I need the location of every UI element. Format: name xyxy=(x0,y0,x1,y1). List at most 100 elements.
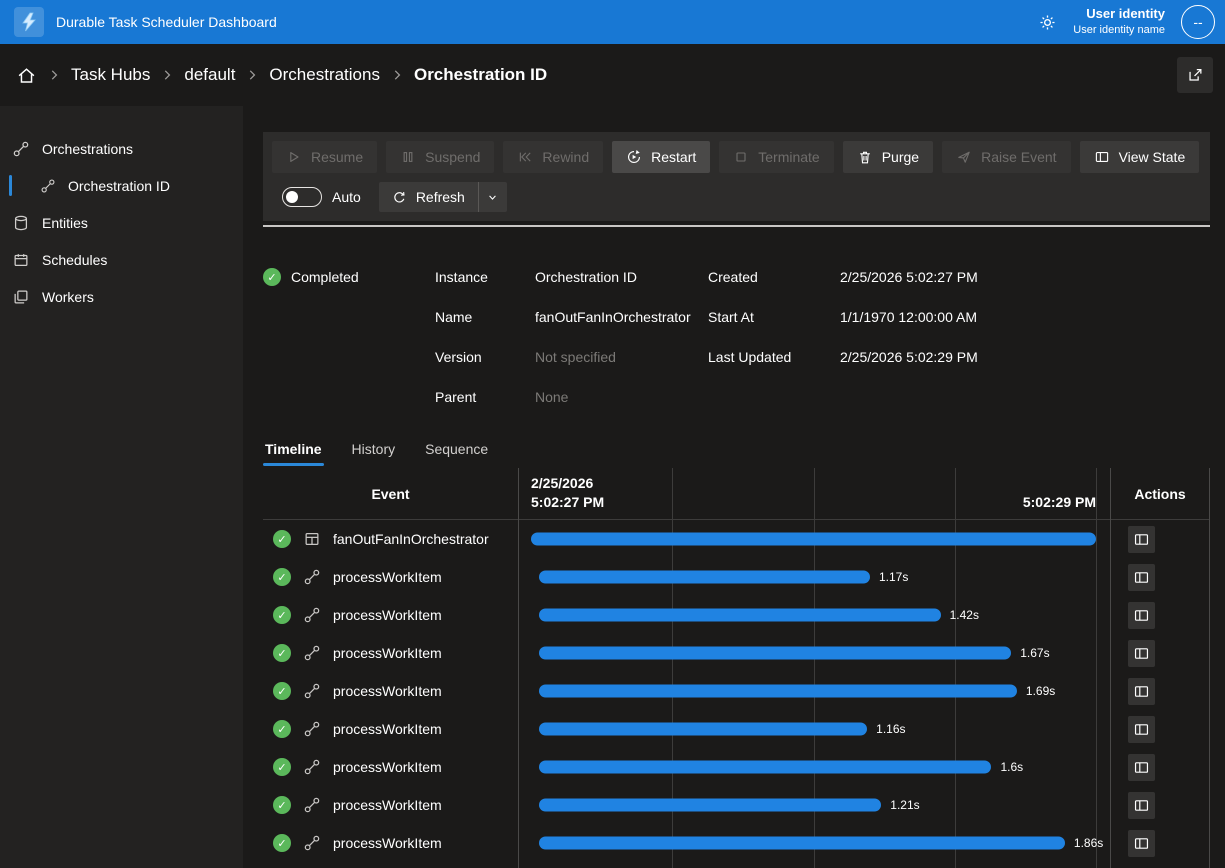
timeline-bar-row: 1.67s xyxy=(531,634,1096,672)
view-state-button[interactable] xyxy=(1128,678,1155,705)
view-state-button[interactable] xyxy=(1128,716,1155,743)
terminate-button[interactable]: Terminate xyxy=(719,141,833,173)
open-external-icon[interactable] xyxy=(1177,57,1213,93)
duration-bar[interactable] xyxy=(539,685,1016,698)
settings-gear-icon[interactable] xyxy=(1038,13,1057,32)
tab-timeline[interactable]: Timeline xyxy=(263,437,324,466)
activity-icon xyxy=(303,720,321,738)
chevron-right-icon xyxy=(390,68,404,82)
axis-end-time: 5:02:29 PM xyxy=(1023,494,1096,510)
view-state-button[interactable] xyxy=(1128,640,1155,667)
duration-bar[interactable] xyxy=(539,761,991,774)
timeline-bar-row xyxy=(531,520,1096,558)
pane-icon xyxy=(1094,149,1110,165)
timeline-event-row[interactable]: ✓processWorkItem xyxy=(263,824,518,862)
status-badge: Completed xyxy=(291,269,359,285)
timeline-event-row[interactable]: ✓processWorkItem xyxy=(263,634,518,672)
timeline-event-row[interactable]: ✓ processWorkItem xyxy=(263,672,518,710)
view-state-button[interactable] xyxy=(1128,830,1155,857)
play-icon xyxy=(286,149,302,165)
rewind-icon xyxy=(517,149,533,165)
event-name: processWorkItem xyxy=(333,759,442,775)
duration-label: 1.86s xyxy=(1074,836,1103,850)
duration-bar[interactable] xyxy=(539,571,870,584)
activity-icon xyxy=(303,568,321,586)
suspend-button[interactable]: Suspend xyxy=(386,141,494,173)
completed-icon: ✓ xyxy=(273,758,291,776)
event-name: processWorkItem xyxy=(333,645,442,661)
duration-label: 1.42s xyxy=(950,608,979,622)
breadcrumb-orchestrations[interactable]: Orchestrations xyxy=(269,65,380,85)
refresh-options-chevron[interactable] xyxy=(479,182,507,212)
breadcrumb-task-hubs[interactable]: Task Hubs xyxy=(71,65,150,85)
completed-icon: ✓ xyxy=(273,720,291,738)
activity-icon xyxy=(303,644,321,662)
event-name: processWorkItem xyxy=(333,607,442,623)
timeline-event-row[interactable]: ✓ processWorkItem xyxy=(263,596,518,634)
event-name: processWorkItem xyxy=(333,569,442,585)
view-state-button[interactable] xyxy=(1128,602,1155,629)
user-avatar[interactable]: -- xyxy=(1181,5,1215,39)
event-name: processWorkItem xyxy=(333,683,442,699)
field-value: 2/25/2026 5:02:29 PM xyxy=(840,337,978,377)
duration-bar[interactable] xyxy=(539,723,867,736)
sidebar-item-orchestration-id[interactable]: Orchestration ID xyxy=(0,167,243,204)
field-label: Start At xyxy=(708,297,840,337)
toggle-knob xyxy=(286,191,298,203)
sidebar-item-orchestrations[interactable]: Orchestrations xyxy=(0,130,243,167)
completed-icon: ✓ xyxy=(273,606,291,624)
view-state-button[interactable] xyxy=(1128,754,1155,781)
breadcrumb-default[interactable]: default xyxy=(184,65,235,85)
timeline-event-row[interactable]: ✓fanOutFanInOrchestrator xyxy=(263,520,518,558)
timeline-event-row[interactable]: ✓processWorkItem xyxy=(263,558,518,596)
tab-history[interactable]: History xyxy=(350,437,398,466)
field-label: Created xyxy=(708,257,840,297)
orchestrator-icon xyxy=(303,530,321,548)
timeline-bar-row: 1.17s xyxy=(531,558,1096,596)
resume-button[interactable]: Resume xyxy=(272,141,377,173)
duration-bar[interactable] xyxy=(539,799,881,812)
detail-tabs: Timeline History Sequence xyxy=(263,437,1210,466)
axis-date-label: 2/25/2026 xyxy=(531,475,1096,491)
view-state-button[interactable]: View State xyxy=(1080,141,1200,173)
duration-bar[interactable] xyxy=(539,837,1064,850)
timeline-bar-row: 1.86s xyxy=(531,824,1096,862)
timeline-bar-row: 1.6s xyxy=(531,748,1096,786)
view-state-button[interactable] xyxy=(1128,564,1155,591)
auto-refresh-toggle[interactable] xyxy=(282,187,322,207)
chevron-right-icon xyxy=(47,68,61,82)
duration-bar[interactable] xyxy=(539,609,940,622)
raise-event-button[interactable]: Raise Event xyxy=(942,141,1070,173)
timeline-event-row[interactable]: ✓processWorkItem xyxy=(263,862,518,868)
completed-icon: ✓ xyxy=(273,682,291,700)
field-label: Version xyxy=(435,337,535,377)
timeline-bar-row: 1.67s xyxy=(531,862,1096,868)
refresh-button[interactable]: Refresh xyxy=(379,182,479,212)
duration-bar[interactable] xyxy=(539,647,1011,660)
timeline-table: Event ✓fanOutFanInOrchestrator✓processWo… xyxy=(263,468,1210,868)
timeline-event-row[interactable]: ✓ processWorkItem xyxy=(263,710,518,748)
activity-icon xyxy=(303,796,321,814)
event-name: fanOutFanInOrchestrator xyxy=(333,531,489,547)
activity-icon xyxy=(303,682,321,700)
timeline-actions-cell xyxy=(1111,520,1209,558)
sidebar-item-schedules[interactable]: Schedules xyxy=(0,241,243,278)
event-name: processWorkItem xyxy=(333,721,442,737)
restart-button[interactable]: Restart xyxy=(612,141,710,173)
event-name: processWorkItem xyxy=(333,835,442,851)
timeline-event-row[interactable]: ✓ processWorkItem xyxy=(263,748,518,786)
view-state-button[interactable] xyxy=(1128,526,1155,553)
purge-button[interactable]: Purge xyxy=(843,141,933,173)
tab-sequence[interactable]: Sequence xyxy=(423,437,490,466)
sidebar-item-entities[interactable]: Entities xyxy=(0,204,243,241)
field-value: fanOutFanInOrchestrator xyxy=(535,297,708,337)
duration-bar[interactable] xyxy=(531,533,1096,546)
rewind-button[interactable]: Rewind xyxy=(503,141,603,173)
completed-icon: ✓ xyxy=(273,796,291,814)
timeline-event-row[interactable]: ✓processWorkItem xyxy=(263,786,518,824)
view-state-button[interactable] xyxy=(1128,792,1155,819)
sidebar-item-workers[interactable]: Workers xyxy=(0,278,243,315)
home-icon[interactable] xyxy=(16,65,37,86)
field-value: Not specified xyxy=(535,337,708,377)
main-content: Resume Suspend Rewind Restart Terminate xyxy=(243,106,1225,868)
